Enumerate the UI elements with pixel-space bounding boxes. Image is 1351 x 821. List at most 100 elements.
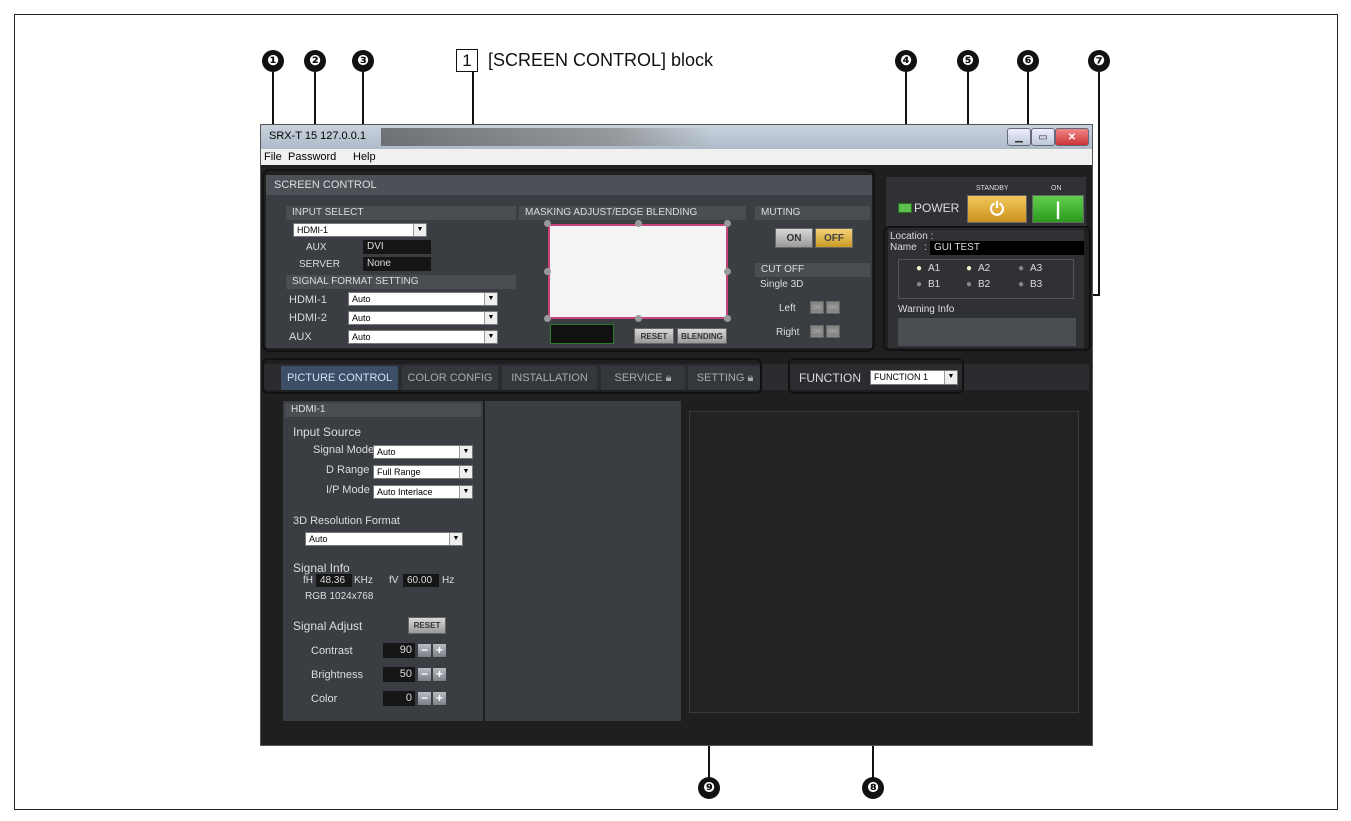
maximize-button[interactable]: ▭ — [1031, 128, 1055, 146]
caption-text: [SCREEN CONTROL] block — [488, 50, 714, 70]
warning-info-label: Warning Info — [898, 304, 955, 315]
cutoff-left-off-button[interactable]: OFF — [826, 301, 840, 314]
masking-reset-button[interactable]: RESET — [634, 328, 674, 344]
fv-unit: Hz — [442, 575, 455, 586]
signal-mode-dropdown[interactable]: Auto ▼ — [373, 445, 473, 459]
menu-bar: File Password Help — [261, 149, 1092, 165]
tab-color-config[interactable]: COLOR CONFIG — [402, 366, 498, 390]
masking-handle[interactable] — [724, 315, 731, 322]
color-value: 0 — [383, 691, 415, 706]
chevron-down-icon: ▼ — [484, 331, 497, 343]
lamp-a2-label: A2 — [978, 263, 991, 274]
d-range-label: D Range — [326, 464, 370, 476]
tab-bar: PICTURE CONTROL COLOR CONFIG INSTALLATIO… — [263, 364, 1089, 390]
lamp-b1-icon: ● — [916, 279, 923, 290]
contrast-plus-button[interactable]: + — [433, 644, 446, 657]
server-value: None — [363, 257, 431, 271]
standby-button[interactable]: ⏻ — [967, 195, 1027, 223]
callout-3: ❸ — [352, 50, 374, 72]
menu-help[interactable]: Help — [353, 151, 376, 163]
input-select-dropdown[interactable]: HDMI-1 ▼ — [293, 223, 427, 237]
fv-value: 60.00 — [403, 574, 439, 587]
signal-type: RGB 1024x768 — [305, 591, 374, 602]
color-minus-button[interactable]: − — [418, 692, 431, 705]
callout-8: ❽ — [862, 777, 884, 799]
function-dropdown[interactable]: FUNCTION 1 ▼ — [870, 370, 958, 385]
muting-header: MUTING — [755, 206, 870, 220]
cutoff-right-on-button[interactable]: ON — [810, 325, 824, 338]
masking-handle[interactable] — [724, 268, 731, 275]
power-on-icon: | — [1055, 198, 1061, 219]
minimize-button[interactable]: ▁ — [1007, 128, 1031, 146]
masking-handle[interactable] — [544, 220, 551, 227]
lamp-b2-icon: ● — [966, 279, 973, 290]
redacted-title — [381, 128, 711, 146]
contrast-label: Contrast — [311, 645, 353, 657]
cutoff-left-label: Left — [779, 303, 796, 314]
power-on-button[interactable]: | — [1032, 195, 1084, 223]
tab-installation[interactable]: INSTALLATION — [502, 366, 597, 390]
aux-label: AUX — [306, 242, 327, 253]
muting-off-button[interactable]: OFF — [815, 228, 853, 248]
server-label: SERVER — [299, 259, 340, 270]
signal-format-label-hdmi2: HDMI-2 — [289, 312, 327, 324]
brightness-plus-button[interactable]: + — [433, 668, 446, 681]
screen-control-title: SCREEN CONTROL — [266, 175, 872, 195]
contrast-minus-button[interactable]: − — [418, 644, 431, 657]
brightness-minus-button[interactable]: − — [418, 668, 431, 681]
masking-handle[interactable] — [635, 220, 642, 227]
location-label: Location : — [890, 231, 934, 242]
masking-handle[interactable] — [724, 220, 731, 227]
lock-icon: 🔒︎ — [747, 372, 754, 384]
menu-file[interactable]: File — [264, 151, 282, 163]
picture-control-panel: HDMI-1 Input Source Signal Mode Auto ▼ D … — [283, 401, 483, 721]
lock-icon: 🔒︎ — [665, 372, 672, 384]
cutoff-right-off-button[interactable]: OFF — [826, 325, 840, 338]
ip-mode-dropdown[interactable]: Auto Interlace ▼ — [373, 485, 473, 499]
app-window: SRX-T 15 127.0.0.1 ▁ ▭ ✕ File Password H… — [260, 124, 1093, 746]
chevron-down-icon: ▼ — [413, 224, 426, 236]
close-button[interactable]: ✕ — [1055, 128, 1089, 146]
lamp-b2-label: B2 — [978, 279, 991, 290]
tab-picture-control[interactable]: PICTURE CONTROL — [281, 366, 398, 390]
res-format-dropdown[interactable]: Auto ▼ — [305, 532, 463, 546]
brightness-label: Brightness — [311, 669, 363, 681]
signal-format-hdmi2-dropdown[interactable]: Auto ▼ — [348, 311, 498, 325]
muting-on-button[interactable]: ON — [775, 228, 813, 248]
masking-handle[interactable] — [544, 268, 551, 275]
signal-format-aux-dropdown[interactable]: Auto ▼ — [348, 330, 498, 344]
signal-format-hdmi1-dropdown[interactable]: Auto ▼ — [348, 292, 498, 306]
name-label: Name — [890, 242, 917, 253]
input-source-title: Input Source — [293, 425, 362, 439]
signal-format-label-aux: AUX — [289, 331, 312, 343]
chevron-down-icon: ▼ — [459, 466, 472, 478]
cutoff-mode: Single 3D — [760, 279, 804, 290]
on-label: ON — [1051, 185, 1062, 192]
callout-2: ❷ — [304, 50, 326, 72]
masking-handle[interactable] — [544, 315, 551, 322]
cutoff-left-on-button[interactable]: ON — [810, 301, 824, 314]
masking-handle[interactable] — [635, 315, 642, 322]
picture-extra-panel — [485, 401, 681, 721]
color-plus-button[interactable]: + — [433, 692, 446, 705]
signal-adjust-reset-button[interactable]: RESET — [408, 617, 446, 634]
chevron-down-icon: ▼ — [484, 293, 497, 305]
menu-password[interactable]: Password — [288, 151, 336, 163]
cutoff-right-label: Right — [776, 327, 800, 338]
brightness-value: 50 — [383, 667, 415, 682]
d-range-dropdown[interactable]: Full Range ▼ — [373, 465, 473, 479]
signal-format-header: SIGNAL FORMAT SETTING — [286, 275, 516, 289]
standby-label: STANDBY — [976, 185, 1009, 192]
screen-control-panel: SCREEN CONTROL INPUT SELECT HDMI-1 ▼ AUX … — [266, 175, 872, 348]
block-caption: 1 [SCREEN CONTROL] block — [456, 49, 713, 72]
caption-number: 1 — [456, 49, 478, 72]
tab-service[interactable]: SERVICE 🔒︎ — [601, 366, 685, 390]
masking-area[interactable] — [548, 224, 728, 319]
callout-9: ❾ — [698, 777, 720, 799]
blending-button[interactable]: BLENDING — [677, 328, 727, 344]
fv-label: fV — [389, 575, 399, 586]
tab-setting[interactable]: SETTING 🔒︎ — [688, 366, 762, 390]
callout-1: ❶ — [262, 50, 284, 72]
color-label: Color — [311, 693, 338, 705]
lamp-b3-label: B3 — [1030, 279, 1043, 290]
